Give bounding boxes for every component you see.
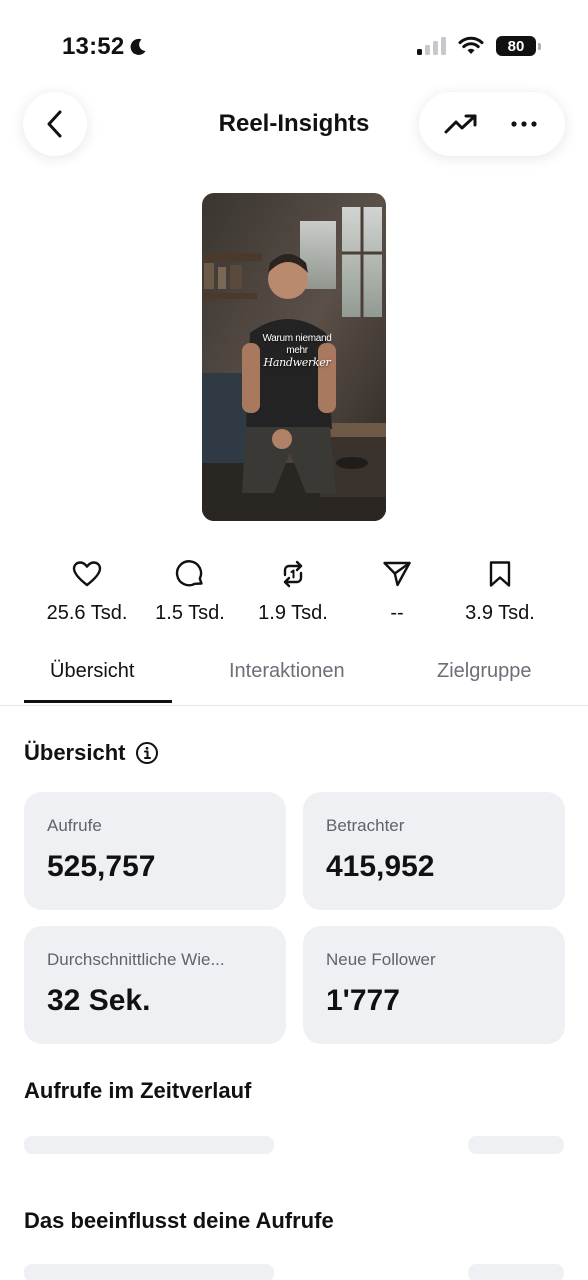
loading-placeholder [24, 1136, 274, 1154]
tab-interactions[interactable]: Interaktionen [229, 660, 345, 683]
metric-card-new-followers[interactable]: Neue Follower 1'777 [303, 926, 565, 1044]
loading-placeholder [468, 1264, 564, 1280]
metric-label: Durchschnittliche Wie... [47, 950, 225, 969]
loading-placeholder [468, 1136, 564, 1154]
battery-level: 80 [507, 37, 525, 55]
stat-saves[interactable]: 3.9 Tsd. [442, 556, 558, 625]
loading-placeholder [24, 1264, 274, 1280]
tab-overview[interactable]: Übersicht [50, 660, 134, 683]
stat-reposts-value: 1.9 Tsd. [258, 602, 328, 624]
metric-value: 32 Sek. [47, 984, 151, 1017]
stat-likes[interactable]: 25.6 Tsd. [29, 556, 145, 625]
stat-comments-value: 1.5 Tsd. [155, 602, 225, 624]
more-options-button[interactable] [499, 99, 549, 149]
cellular-signal-icon [417, 37, 446, 55]
metric-label: Betrachter [326, 816, 405, 835]
stat-likes-value: 25.6 Tsd. [46, 602, 128, 624]
header: Reel-Insights [0, 90, 588, 160]
overview-title: Übersicht [24, 740, 126, 765]
stat-comments[interactable]: 1.5 Tsd. [132, 556, 248, 625]
metric-card-viewers[interactable]: Betrachter 415,952 [303, 792, 565, 910]
metric-label: Aufrufe [47, 816, 102, 835]
trending-button[interactable] [436, 99, 486, 149]
more-horizontal-icon [510, 121, 537, 127]
caption-line-2: mehr Handwerker [252, 345, 342, 370]
engagement-stats: 25.6 Tsd. 1.5 Tsd. 1.9 Tsd. -- 3.9 Tsd. [0, 556, 588, 636]
metric-value: 525,757 [47, 850, 156, 883]
bookmark-icon [489, 561, 511, 587]
comment-icon [175, 560, 203, 587]
caption-script: Handwerker [263, 356, 331, 369]
trending-up-icon [444, 114, 476, 134]
stat-shares-value: -- [390, 602, 404, 624]
stat-saves-value: 3.9 Tsd. [465, 602, 535, 624]
status-time: 13:52 [62, 33, 148, 61]
battery-icon: 80 [496, 36, 541, 56]
views-over-time-heading: Aufrufe im Zeitverlauf [24, 1078, 252, 1103]
metric-label: Neue Follower [326, 950, 436, 969]
repost-icon [283, 560, 303, 588]
overview-heading: Übersicht [24, 740, 159, 766]
moon-icon [130, 38, 146, 55]
send-icon [383, 561, 411, 587]
clock-time: 13:52 [62, 33, 125, 60]
metric-card-views[interactable]: Aufrufe 525,757 [24, 792, 286, 910]
caption-prefix: mehr [286, 345, 308, 356]
insights-tabs: Übersicht Interaktionen Zielgruppe [0, 650, 588, 706]
thumbnail-caption: Warum niemand mehr Handwerker [252, 333, 342, 370]
reel-thumbnail[interactable]: Warum niemand mehr Handwerker [202, 193, 386, 521]
status-bar: 13:52 80 [0, 0, 588, 90]
tab-audience[interactable]: Zielgruppe [437, 660, 532, 683]
metric-value: 415,952 [326, 850, 435, 883]
info-icon[interactable] [135, 741, 159, 765]
stat-shares[interactable]: -- [339, 556, 455, 625]
stat-reposts[interactable]: 1.9 Tsd. [235, 556, 351, 625]
influences-heading: Das beeinflusst deine Aufrufe [24, 1208, 334, 1233]
metric-card-avg-watch-time[interactable]: Durchschnittliche Wie... 32 Sek. [24, 926, 286, 1044]
heart-icon [72, 561, 102, 587]
wifi-icon [458, 36, 484, 54]
header-actions [419, 92, 565, 156]
caption-line-1: Warum niemand [262, 333, 332, 344]
status-indicators: 80 [417, 36, 541, 56]
active-tab-indicator [24, 700, 172, 703]
metric-value: 1'777 [326, 984, 400, 1017]
